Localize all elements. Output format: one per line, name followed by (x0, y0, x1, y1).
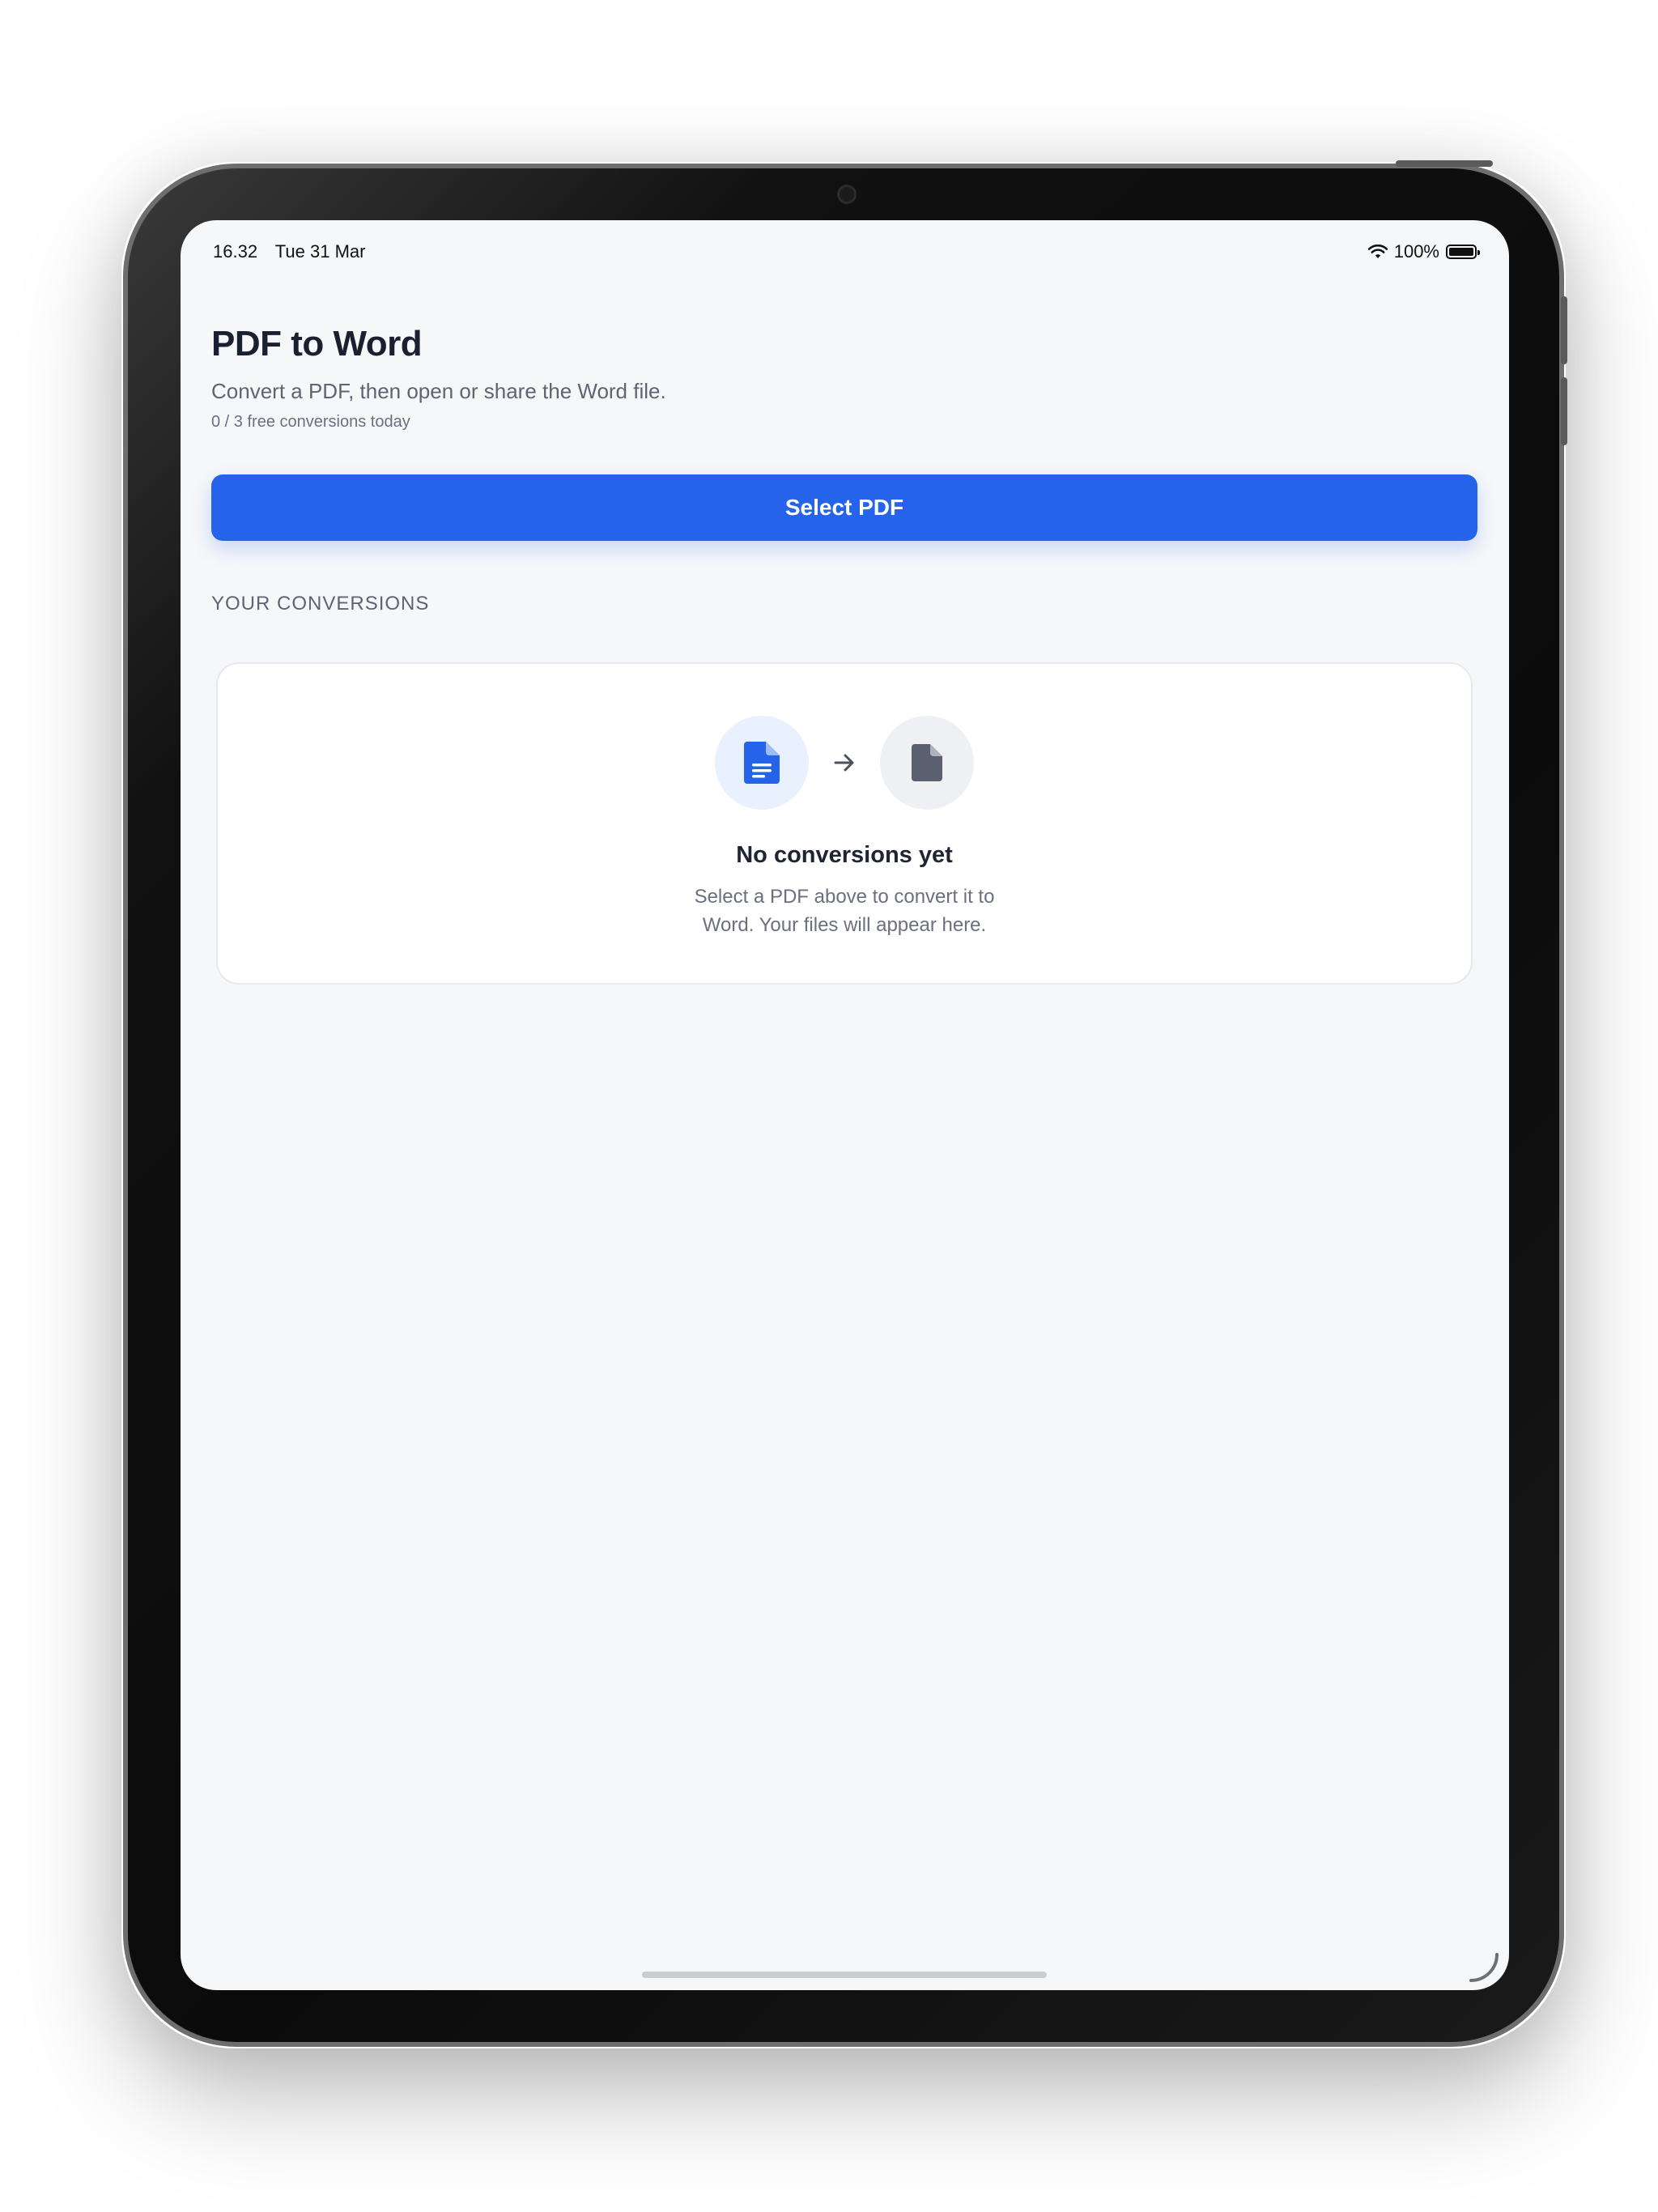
empty-state-description: Select a PDF above to convert it to Word… (218, 883, 1471, 939)
free-conversions-counter: 0 / 3 free conversions today (211, 413, 410, 431)
status-bar: 16.32 Tue 31 Mar 100% (213, 232, 1480, 272)
word-icon-circle (880, 716, 974, 810)
word-document-icon (912, 744, 942, 781)
home-indicator[interactable] (642, 1972, 1047, 1978)
wifi-icon (1367, 245, 1388, 259)
conversion-illustration (218, 716, 1471, 810)
status-time: 16.32 (213, 241, 258, 262)
pdf-icon-circle (715, 716, 809, 810)
status-right: 100% (1367, 241, 1480, 262)
volume-up-button (1561, 296, 1567, 364)
front-camera (837, 185, 857, 204)
status-date: Tue 31 Mar (274, 241, 366, 262)
pdf-document-icon (744, 742, 780, 784)
page-subtitle: Convert a PDF, then open or share the Wo… (211, 379, 666, 403)
battery-icon (1446, 245, 1480, 259)
empty-state-title: No conversions yet (736, 842, 953, 868)
select-pdf-button[interactable]: Select PDF (211, 474, 1477, 541)
screen-corner-indicator (1469, 1953, 1499, 1982)
empty-state-description-line-1: Select a PDF above to convert it to (694, 886, 995, 908)
page-title: PDF to Word (211, 324, 423, 364)
conversions-section-title: YOUR CONVERSIONS (211, 593, 430, 615)
arrow-right-icon (833, 751, 856, 774)
empty-conversions-card: No conversions yet Select a PDF above to… (216, 662, 1473, 985)
volume-down-button (1561, 377, 1567, 445)
power-button (1396, 160, 1493, 167)
battery-fill (1449, 248, 1473, 256)
screen: 16.32 Tue 31 Mar 100% PDF to Word Conver… (181, 220, 1509, 1990)
empty-state-description-line-2: Word. Your files will appear here. (702, 914, 987, 936)
battery-percent: 100% (1393, 241, 1439, 262)
status-left: 16.32 Tue 31 Mar (213, 241, 378, 262)
